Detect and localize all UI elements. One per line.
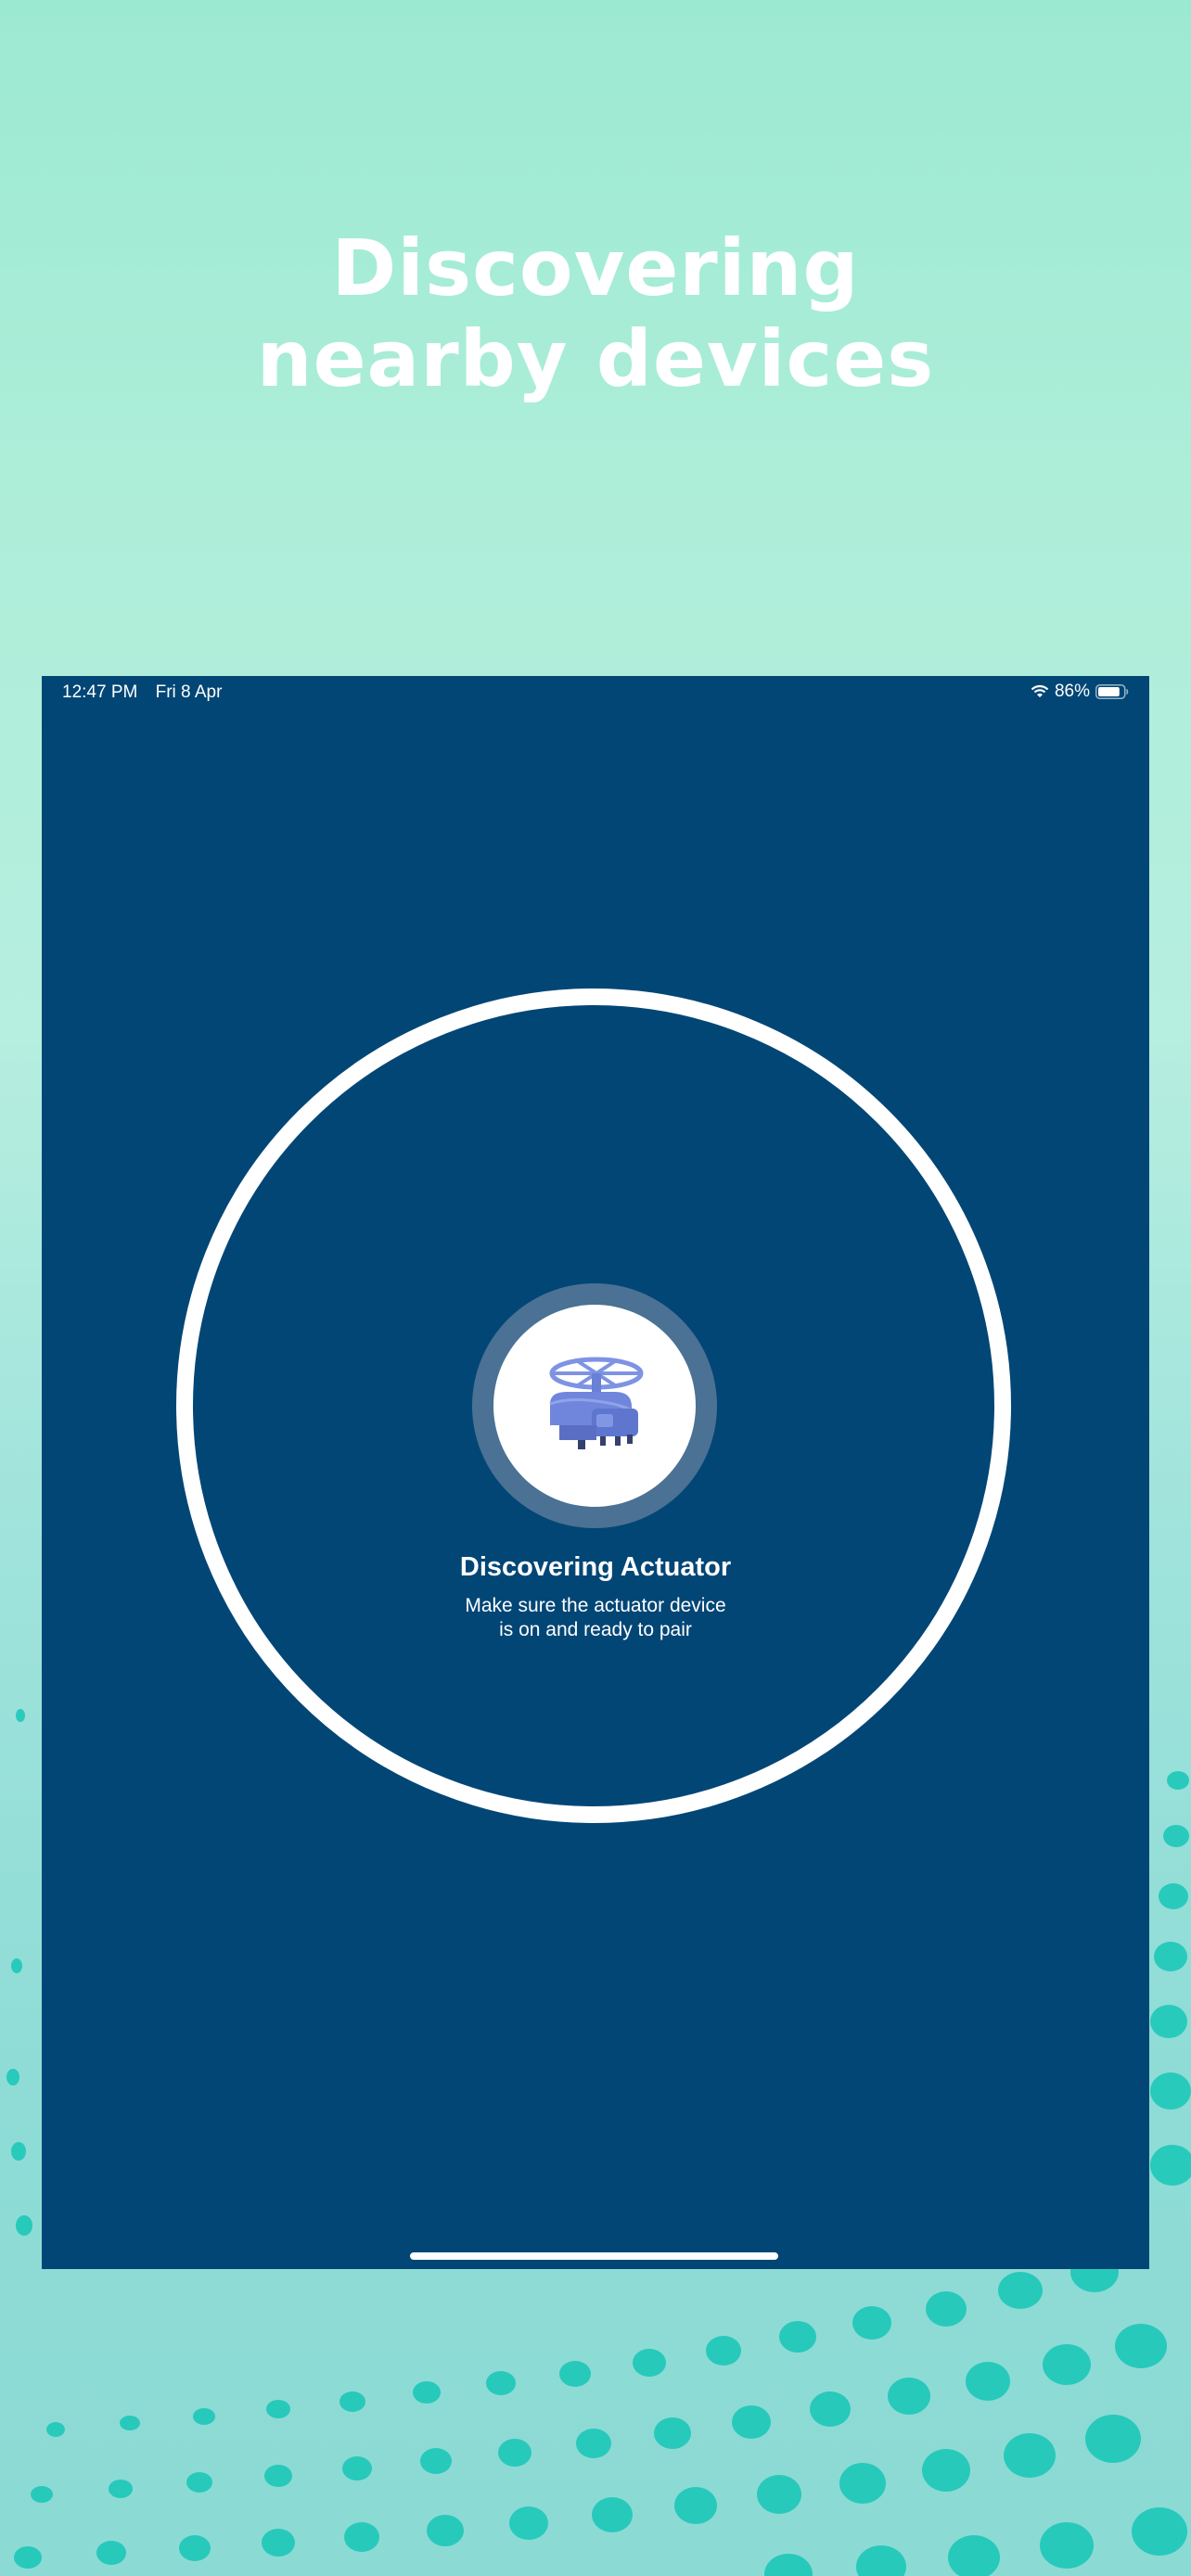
battery-percentage: 86% <box>1054 682 1090 701</box>
discovery-subtitle: Make sure the actuator device is on and … <box>42 1594 1149 1642</box>
discovery-subtitle-line-1: Make sure the actuator device <box>465 1595 726 1616</box>
battery-level-fill <box>1098 687 1120 696</box>
home-indicator[interactable] <box>410 2252 778 2260</box>
status-right: 86% <box>1031 682 1129 702</box>
status-time: 12:47 PM <box>62 682 138 702</box>
device-screen: 12:47 PM Fri 8 Apr 86% Discovering Actua… <box>42 676 1149 2269</box>
status-bar: 12:47 PM Fri 8 Apr 86% <box>42 676 1149 708</box>
status-date: Fri 8 Apr <box>155 682 223 702</box>
page-headline: Discovering nearby devices <box>0 223 1191 404</box>
wifi-icon <box>1031 684 1049 697</box>
headline-line-1: Discovering <box>331 223 860 313</box>
battery-icon <box>1095 684 1129 699</box>
discovery-subtitle-line-2: is on and ready to pair <box>499 1619 692 1640</box>
headline-line-2: nearby devices <box>256 313 935 404</box>
discovery-title: Discovering Actuator <box>459 1552 732 1582</box>
actuator-device-icon <box>549 1357 644 1449</box>
status-left: 12:47 PM Fri 8 Apr <box>62 682 235 703</box>
